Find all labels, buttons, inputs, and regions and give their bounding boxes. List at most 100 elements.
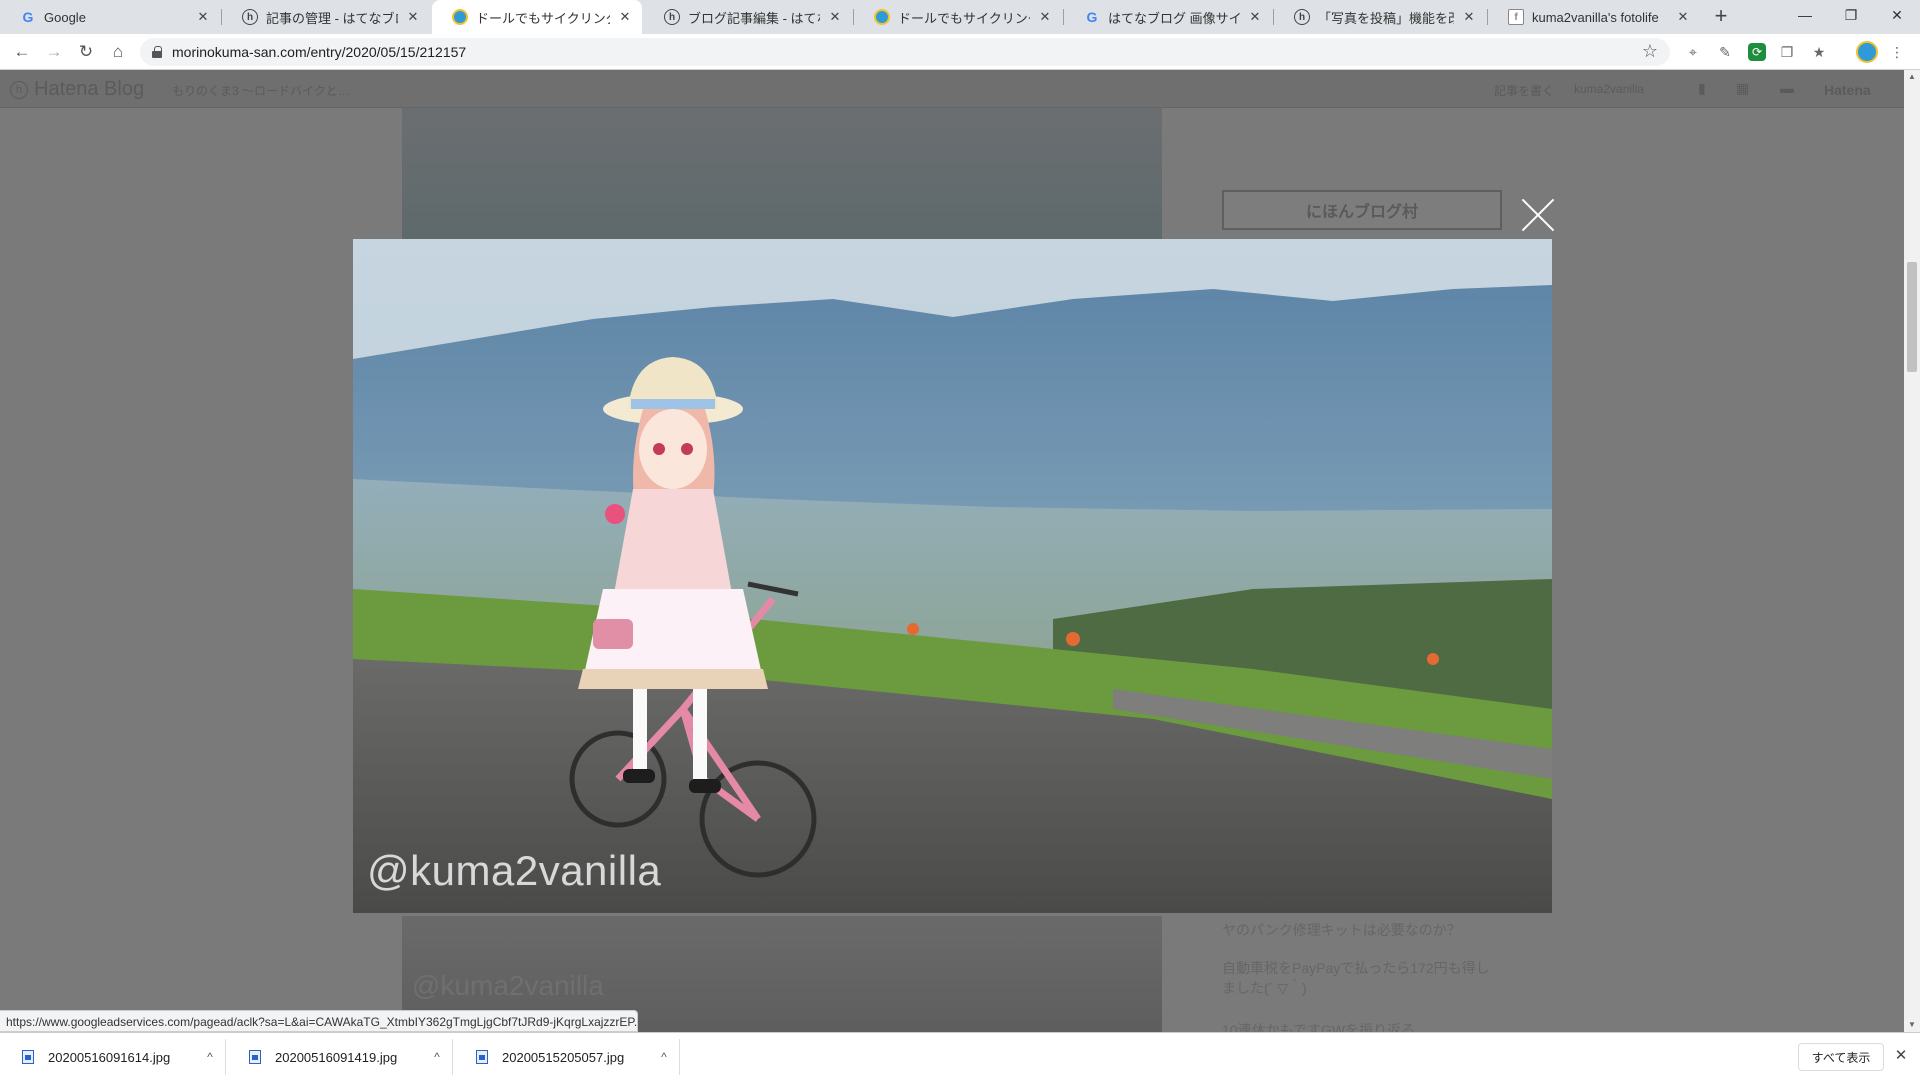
browser-toolbar: ← → ↻ ⌂ morinokuma-san.com/entry/2020/05…: [0, 34, 1920, 70]
hatena-icon: h: [664, 9, 680, 25]
chevron-up-icon[interactable]: ^: [195, 1050, 225, 1064]
image-file-icon: [476, 1050, 488, 1064]
home-button[interactable]: ⌂: [105, 39, 131, 65]
bookmark-star-icon[interactable]: ☆: [1642, 41, 1658, 62]
write-article-link[interactable]: 記事を書く: [1494, 82, 1554, 99]
close-download-shelf-icon[interactable]: ✕: [1890, 1045, 1912, 1067]
reload-button[interactable]: ↻: [73, 39, 99, 65]
orange-flower: [1427, 653, 1439, 665]
tab-close-icon[interactable]: ✕: [1676, 9, 1690, 25]
tab-strip: G Google ✕ h 記事の管理 - はてなブログ ✕ ドールでもサイクリン…: [0, 0, 1920, 34]
extension-cursor-icon[interactable]: ⌖: [1682, 41, 1704, 63]
tab-close-icon[interactable]: ✕: [1248, 9, 1262, 25]
doll-left-leg: [633, 689, 647, 769]
tab-title: 記事の管理 - はてなブログ: [266, 10, 398, 26]
lock-icon[interactable]: [152, 46, 162, 58]
extension-copy-icon[interactable]: ❐: [1776, 41, 1798, 63]
profile-avatar-icon[interactable]: [1856, 41, 1878, 63]
doll-right-shoe: [689, 779, 721, 793]
tab-close-icon[interactable]: ✕: [196, 9, 210, 25]
image-file-icon: [22, 1050, 34, 1064]
scroll-thumb[interactable]: [1907, 262, 1917, 372]
download-filename: 20200516091614.jpg: [48, 1049, 171, 1065]
doll-jacket: [613, 489, 733, 599]
extension-bookmark-icon[interactable]: ★: [1808, 41, 1830, 63]
tab-google[interactable]: G Google ✕: [0, 0, 220, 34]
apps-grid-icon[interactable]: ▦: [1736, 80, 1749, 97]
minimize-button[interactable]: —: [1782, 0, 1828, 30]
tab-blog-edit[interactable]: h ブログ記事編集 - はてなブログ ✕: [644, 0, 852, 34]
image-file-icon: [249, 1050, 261, 1064]
doll-left-eye: [653, 443, 665, 455]
tab-fotolife[interactable]: f kuma2vanilla's fotolife ✕: [1488, 0, 1700, 34]
google-g-icon: G: [22, 9, 34, 25]
url-text[interactable]: morinokuma-san.com/entry/2020/05/15/2121…: [172, 44, 1670, 60]
tab-doll-cycling[interactable]: ドールでもサイクリングしてしまう ✕: [854, 0, 1062, 34]
doll-right-leg: [693, 689, 707, 779]
tab-title: ブログ記事編集 - はてなブログ: [688, 10, 820, 26]
address-bar[interactable]: morinokuma-san.com/entry/2020/05/15/2121…: [140, 38, 1670, 66]
hatena-brand-link[interactable]: Hatena: [1824, 82, 1871, 98]
doll-pink-bag: [593, 619, 633, 649]
chevron-up-icon[interactable]: ^: [422, 1050, 452, 1064]
sidebar-related-link[interactable]: ヤのパンク修理キットは必要なのか？: [1222, 920, 1502, 940]
tab-doll-cycling-active[interactable]: ドールでもサイクリングしてしまう ✕: [432, 0, 642, 34]
tab-title: 「写真を投稿」機能を改善し: [1318, 10, 1454, 26]
back-button[interactable]: ←: [9, 39, 35, 65]
tab-close-icon[interactable]: ✕: [406, 9, 420, 25]
nihon-blog-mura-banner[interactable]: にほんブログ村: [1222, 190, 1502, 230]
bookmark-list-icon[interactable]: ▮: [1698, 80, 1706, 97]
download-filename: 20200516091419.jpg: [275, 1049, 398, 1065]
download-shelf: 20200516091614.jpg ^ 20200516091419.jpg …: [0, 1032, 1920, 1080]
orange-flower: [907, 623, 919, 635]
scroll-down-arrow-icon[interactable]: ▼: [1904, 1018, 1920, 1032]
menu-kebab-icon[interactable]: ⋮: [1886, 41, 1908, 63]
forward-button[interactable]: →: [41, 39, 67, 65]
lightbox-photo[interactable]: @kuma2vanilla: [353, 239, 1552, 913]
photo-watermark: @kuma2vanilla: [367, 847, 662, 894]
doll-corsage: [605, 504, 625, 524]
sidebar-related-link[interactable]: 自動車税をPayPayで払ったら172円も得しました(´ ▽｀): [1222, 958, 1502, 998]
scroll-up-arrow-icon[interactable]: ▲: [1904, 70, 1920, 84]
new-tab-button[interactable]: +: [1708, 4, 1734, 30]
sidebar-related-link[interactable]: 10連休かもですGWを振り返る: [1222, 1020, 1502, 1032]
notification-icon[interactable]: ▬: [1780, 80, 1794, 96]
doll-face: [639, 409, 707, 489]
page-scrollbar[interactable]: ▲ ▼: [1904, 70, 1920, 1032]
close-window-button[interactable]: ✕: [1874, 0, 1920, 30]
restore-button[interactable]: ❐: [1828, 0, 1874, 30]
tab-title: はてなブログ 画像サイズ - Goo: [1108, 10, 1240, 26]
hatena-global-header: h Hatena Blog もりのくま3 ～ロードバイクと… 記事を書く kum…: [0, 70, 1904, 108]
blog-name-link[interactable]: もりのくま3 ～ロードバイクと…: [172, 82, 350, 99]
tab-close-icon[interactable]: ✕: [1038, 9, 1052, 25]
tab-title: ドールでもサイクリングしてしまう: [476, 10, 610, 26]
tab-title: ドールでもサイクリングしてしまう: [898, 10, 1030, 26]
extension-sync-icon[interactable]: ⟳: [1748, 43, 1766, 61]
download-filename: 20200515205057.jpg: [502, 1049, 625, 1065]
tab-google-search[interactable]: G はてなブログ 画像サイズ - Goo ✕: [1064, 0, 1272, 34]
chevron-up-icon[interactable]: ^: [649, 1050, 679, 1064]
orange-flower: [1066, 632, 1080, 646]
blog-avatar-icon: [452, 9, 468, 25]
tab-close-icon[interactable]: ✕: [828, 9, 842, 25]
google-g-icon: G: [1086, 9, 1098, 25]
lightbox-close-icon[interactable]: [1520, 198, 1554, 232]
tab-title: kuma2vanilla's fotolife: [1532, 9, 1659, 25]
tab-article-management[interactable]: h 記事の管理 - はてなブログ ✕: [222, 0, 430, 34]
download-item[interactable]: 20200516091614.jpg ^: [0, 1039, 226, 1075]
extension-pen-icon[interactable]: ✎: [1714, 41, 1736, 63]
tab-close-icon[interactable]: ✕: [618, 9, 632, 25]
download-item[interactable]: 20200516091419.jpg ^: [227, 1039, 453, 1075]
tab-title: Google: [44, 9, 86, 25]
tab-close-icon[interactable]: ✕: [1462, 9, 1476, 25]
user-menu[interactable]: kuma2vanilla: [1574, 82, 1644, 96]
download-item[interactable]: 20200515205057.jpg ^: [454, 1039, 680, 1075]
show-all-downloads-button[interactable]: すべて表示: [1798, 1043, 1884, 1071]
hatena-icon: h: [1294, 9, 1310, 25]
hatena-blog-logo[interactable]: h Hatena Blog: [10, 78, 144, 101]
hatena-logo-text: Hatena Blog: [34, 78, 145, 100]
hatena-h-icon: h: [10, 80, 28, 99]
page-icon: f: [1508, 9, 1524, 25]
tab-photo-post[interactable]: h 「写真を投稿」機能を改善し ✕: [1274, 0, 1486, 34]
doll-hat-ribbon: [631, 399, 715, 409]
